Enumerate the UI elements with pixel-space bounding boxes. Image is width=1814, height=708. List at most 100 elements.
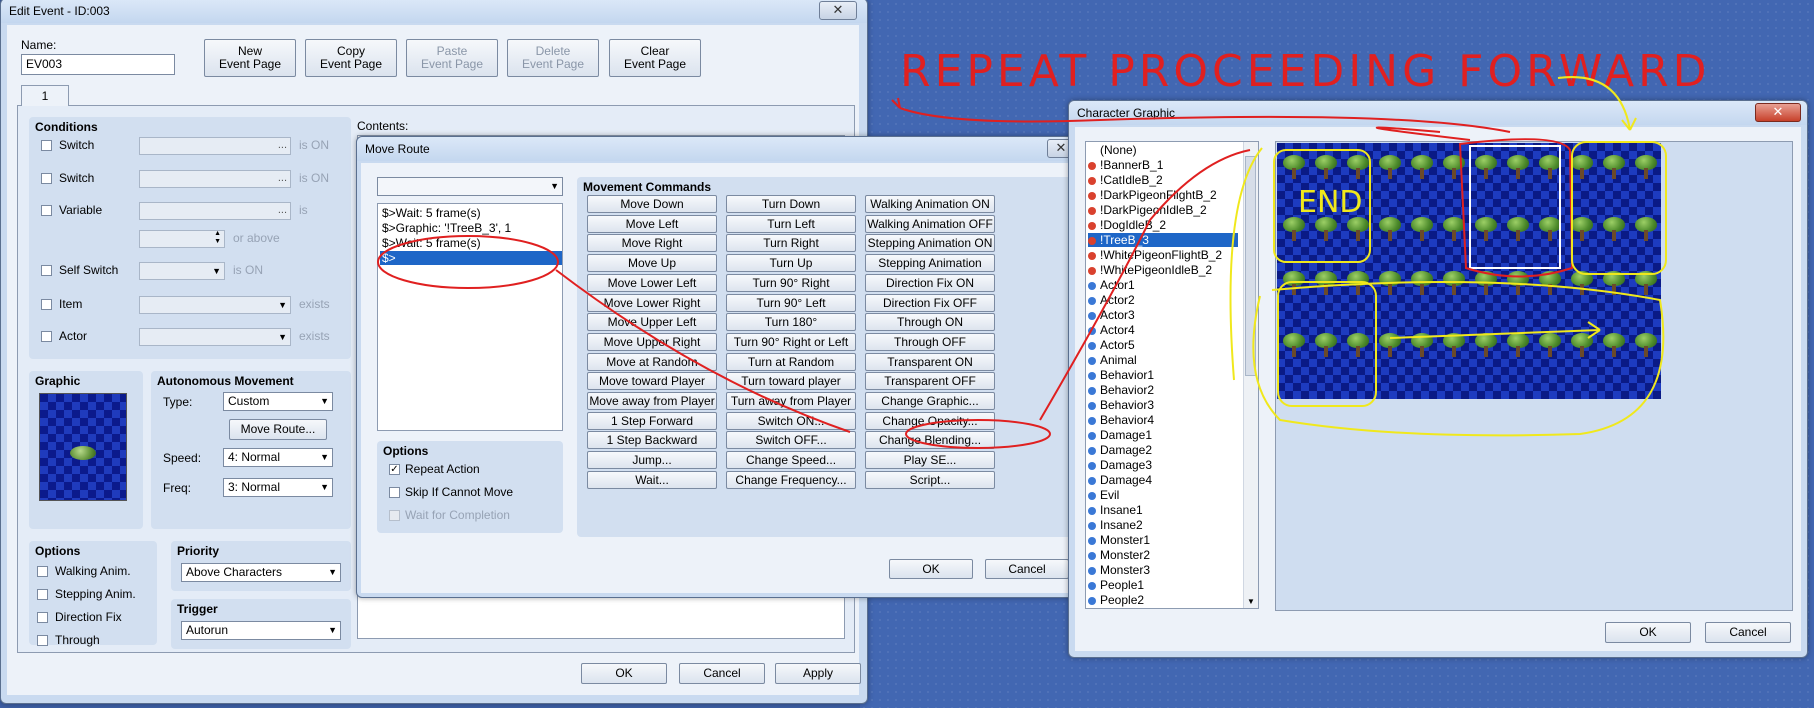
cmd-turn-down-button[interactable]: Turn Down (726, 195, 856, 213)
trigger-select[interactable]: Autorun ▼ (181, 621, 341, 640)
delete-event-page-button[interactable]: Delete Event Page (507, 39, 599, 77)
speed-select[interactable]: 4: Normal ▼ (223, 448, 333, 467)
switch2-field[interactable]: ... (139, 170, 291, 188)
switch2-checkbox[interactable] (41, 173, 52, 184)
cmd-move-at-random-button[interactable]: Move at Random (587, 352, 717, 371)
cmd-turn-left-button[interactable]: Turn Left (726, 214, 856, 233)
file-item[interactable]: Actor4 (1088, 323, 1238, 337)
cmd-turn-90-right-or-left-button[interactable]: Turn 90° Right or Left (726, 332, 856, 351)
cmd-change-graphic-button[interactable]: Change Graphic... (865, 392, 995, 410)
route-item[interactable]: $>Wait: 5 frame(s) (382, 206, 481, 220)
file-list-scrollbar[interactable]: ▼ (1243, 142, 1258, 608)
file-item[interactable]: Damage4 (1088, 473, 1238, 487)
file-item[interactable]: !BannerB_1 (1088, 158, 1238, 172)
edit-event-close-button[interactable]: ✕ (819, 1, 857, 20)
type-select[interactable]: Custom ▼ (223, 392, 333, 411)
file-item[interactable]: !CatIdleB_2 (1088, 173, 1238, 187)
file-item[interactable]: (None) (1088, 143, 1238, 157)
file-item[interactable]: Behavior4 (1088, 413, 1238, 427)
cmd-turn-180-button[interactable]: Turn 180° (726, 313, 856, 332)
file-item[interactable]: Actor2 (1088, 293, 1238, 307)
cmd-transparent-off-button[interactable]: Transparent OFF (865, 372, 995, 391)
cmd-move-up-button[interactable]: Move Up (587, 254, 717, 273)
move-route-cancel-button[interactable]: Cancel (985, 559, 1069, 579)
target-select[interactable]: ▼ (377, 177, 563, 196)
route-item[interactable]: $>Graphic: '!TreeB_3', 1 (382, 221, 511, 235)
cmd-1-step-backward-button[interactable]: 1 Step Backward (587, 431, 717, 450)
edit-event-ok-button[interactable]: OK (581, 663, 667, 684)
cmd-direction-fix-on-button[interactable]: Direction Fix ON (865, 273, 995, 292)
actor-checkbox[interactable] (41, 331, 52, 342)
route-item-selected[interactable]: $> (380, 251, 562, 265)
file-item[interactable]: Animal (1088, 353, 1238, 367)
cmd-switch-off-button[interactable]: Switch OFF... (726, 431, 856, 450)
tab-page-1[interactable]: 1 (21, 85, 69, 106)
file-item[interactable]: !DarkPigeonIdleB_2 (1088, 203, 1238, 217)
cmd-move-away-from-player-button[interactable]: Move away from Player (587, 392, 717, 410)
file-item[interactable]: !WhitePigeonIdleB_2 (1088, 263, 1238, 277)
file-item[interactable]: Behavior1 (1088, 368, 1238, 382)
file-item[interactable]: Monster3 (1088, 563, 1238, 577)
cmd-move-right-button[interactable]: Move Right (587, 234, 717, 253)
character-graphic-ok-button[interactable]: OK (1605, 622, 1691, 643)
wait-for-completion-checkbox[interactable] (389, 510, 400, 521)
cmd-move-lower-right-button[interactable]: Move Lower Right (587, 293, 717, 312)
cmd-play-se-button[interactable]: Play SE... (865, 451, 995, 470)
stepping-anim-checkbox[interactable] (37, 589, 48, 600)
move-route-button[interactable]: Move Route... (229, 419, 327, 440)
skip-if-cannot-move-checkbox[interactable] (389, 487, 400, 498)
item-combo[interactable]: ▼ (139, 296, 291, 314)
edit-event-apply-button[interactable]: Apply (775, 663, 861, 684)
file-item[interactable]: Damage3 (1088, 458, 1238, 472)
cmd-turn-at-random-button[interactable]: Turn at Random (726, 352, 856, 371)
clear-event-page-button[interactable]: Clear Event Page (609, 39, 701, 77)
file-item[interactable]: !DogIdleB_2 (1088, 218, 1238, 232)
through-checkbox[interactable] (37, 635, 48, 646)
name-input[interactable]: EV003 (21, 54, 175, 75)
self-switch-combo[interactable]: ▼ (139, 262, 225, 280)
variable-checkbox[interactable] (41, 205, 52, 216)
route-list[interactable]: $>Wait: 5 frame(s) $>Graphic: '!TreeB_3'… (377, 203, 563, 431)
file-item[interactable]: People1 (1088, 578, 1238, 592)
cmd-walking-animation-off-button[interactable]: Walking Animation OFF (865, 214, 995, 233)
file-item[interactable]: Monster1 (1088, 533, 1238, 547)
file-item[interactable]: Damage1 (1088, 428, 1238, 442)
file-item[interactable]: Behavior3 (1088, 398, 1238, 412)
cmd-change-opacity-button[interactable]: Change Opacity... (865, 411, 995, 430)
file-item[interactable]: !WhitePigeonFlightB_2 (1088, 248, 1238, 262)
cmd-wait-button[interactable]: Wait... (587, 470, 717, 489)
file-item[interactable]: People2 (1088, 593, 1238, 607)
cmd-move-lower-left-button[interactable]: Move Lower Left (587, 273, 717, 292)
edit-event-cancel-button[interactable]: Cancel (679, 663, 765, 684)
priority-select[interactable]: Above Characters ▼ (181, 563, 341, 582)
self-switch-checkbox[interactable] (41, 265, 52, 276)
cmd-turn-right-button[interactable]: Turn Right (726, 234, 856, 253)
cmd-change-blending-button[interactable]: Change Blending... (865, 431, 995, 450)
cmd-move-upper-right-button[interactable]: Move Upper Right (587, 332, 717, 351)
cmd-stepping-animation-off-button[interactable]: Stepping Animation OFF (865, 254, 995, 287)
file-item[interactable]: Behavior2 (1088, 383, 1238, 397)
file-item[interactable]: Insane1 (1088, 503, 1238, 517)
cmd-switch-on-button[interactable]: Switch ON... (726, 411, 856, 430)
cmd-1-step-forward-button[interactable]: 1 Step Forward (587, 411, 717, 430)
cmd-move-left-button[interactable]: Move Left (587, 214, 717, 233)
actor-combo[interactable]: ▼ (139, 328, 291, 346)
repeat-action-checkbox[interactable]: ✓ (389, 464, 400, 475)
cmd-through-off-button[interactable]: Through OFF (865, 332, 995, 351)
character-graphic-close-button[interactable]: ✕ (1755, 103, 1801, 122)
graphic-file-list[interactable]: (None) !BannerB_1 !CatIdleB_2 !DarkPigeonFl… (1085, 141, 1259, 609)
route-item[interactable]: $>Wait: 5 frame(s) (382, 236, 481, 250)
switch1-field[interactable]: ... (139, 137, 291, 155)
cmd-direction-fix-off-button[interactable]: Direction Fix OFF (865, 293, 995, 312)
file-item[interactable]: Damage2 (1088, 443, 1238, 457)
file-item[interactable]: Actor3 (1088, 308, 1238, 322)
variable-value-spinner[interactable]: ▲ ▼ (139, 230, 225, 248)
cmd-through-on-button[interactable]: Through ON (865, 313, 995, 332)
cmd-turn-90-left-button[interactable]: Turn 90° Left (726, 293, 856, 312)
file-item[interactable]: Monster2 (1088, 548, 1238, 562)
scroll-thumb[interactable] (1245, 156, 1256, 376)
cmd-turn-toward-player-button[interactable]: Turn toward player (726, 372, 856, 391)
cmd-turn-away-from-player-button[interactable]: Turn away from Player (726, 392, 856, 410)
file-item[interactable]: Actor5 (1088, 338, 1238, 352)
cmd-script-button[interactable]: Script... (865, 470, 995, 489)
